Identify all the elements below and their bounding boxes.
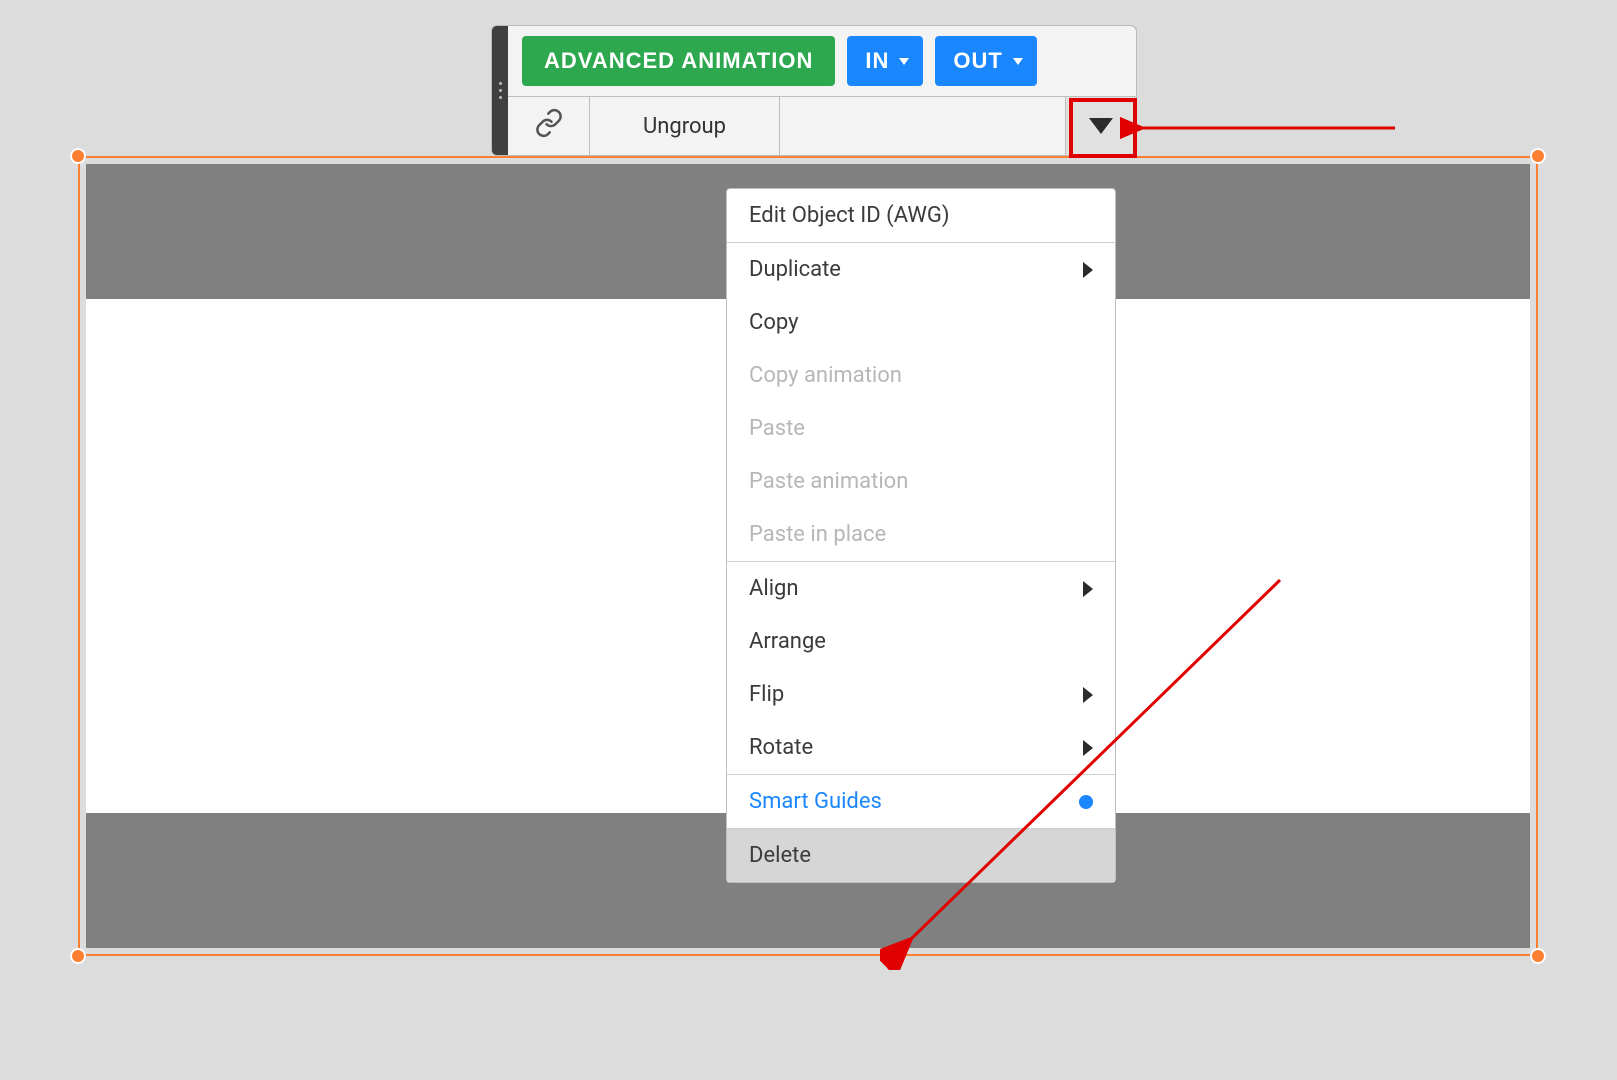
resize-handle-top-right[interactable]: [1530, 148, 1546, 164]
link-icon: [534, 108, 564, 144]
menu-item-label: Edit Object ID (AWG): [749, 203, 949, 228]
toolbar-drag-grip[interactable]: [492, 26, 508, 155]
annotation-arrow-1: [1120, 108, 1400, 148]
submenu-caret-icon: [1083, 581, 1093, 597]
menu-item-paste-in-place: Paste in place: [727, 508, 1115, 561]
menu-item-label: Flip: [749, 682, 784, 707]
menu-item-flip[interactable]: Flip: [727, 668, 1115, 721]
menu-item-duplicate[interactable]: Duplicate: [727, 243, 1115, 296]
animation-out-button[interactable]: OUT: [935, 36, 1036, 86]
chevron-down-icon: [1013, 58, 1023, 65]
menu-item-label: Copy animation: [749, 363, 902, 388]
active-indicator-dot: [1079, 795, 1093, 809]
menu-item-copy[interactable]: Copy: [727, 296, 1115, 349]
menu-item-label: Paste in place: [749, 522, 886, 547]
ungroup-button[interactable]: Ungroup: [590, 97, 780, 155]
menu-item-align[interactable]: Align: [727, 562, 1115, 615]
menu-item-label: Duplicate: [749, 257, 841, 282]
menu-item-label: Copy: [749, 310, 799, 335]
object-toolbar: ADVANCED ANIMATION IN OUT: [491, 25, 1137, 156]
menu-item-arrange[interactable]: Arrange: [727, 615, 1115, 668]
toolbar-row-actions: Ungroup: [508, 97, 1136, 155]
advanced-animation-button[interactable]: ADVANCED ANIMATION: [522, 36, 835, 86]
animation-in-label: IN: [865, 48, 889, 74]
resize-handle-bottom-right[interactable]: [1530, 948, 1546, 964]
submenu-caret-icon: [1083, 262, 1093, 278]
menu-item-edit-object-id-awg[interactable]: Edit Object ID (AWG): [727, 189, 1115, 242]
resize-handle-bottom-left[interactable]: [70, 948, 86, 964]
menu-item-rotate[interactable]: Rotate: [727, 721, 1115, 774]
menu-item-delete[interactable]: Delete: [727, 829, 1115, 882]
triangle-down-icon: [1089, 118, 1113, 134]
more-options-button[interactable]: [1066, 97, 1136, 155]
toolbar-spacer: [780, 97, 1066, 155]
submenu-caret-icon: [1083, 687, 1093, 703]
menu-item-copy-animation: Copy animation: [727, 349, 1115, 402]
menu-item-label: Align: [749, 576, 799, 601]
animation-in-button[interactable]: IN: [847, 36, 923, 86]
menu-item-label: Rotate: [749, 735, 813, 760]
context-menu: Edit Object ID (AWG) Duplicate Copy Copy an…: [726, 188, 1116, 883]
menu-item-paste-animation: Paste animation: [727, 455, 1115, 508]
insert-link-button[interactable]: [508, 97, 590, 155]
animation-out-label: OUT: [953, 48, 1002, 74]
menu-item-label: Paste: [749, 416, 805, 441]
resize-handle-top-left[interactable]: [70, 148, 86, 164]
menu-item-label: Arrange: [749, 629, 826, 654]
ungroup-label: Ungroup: [643, 114, 726, 139]
menu-item-label: Paste animation: [749, 469, 908, 494]
chevron-down-icon: [899, 58, 909, 65]
submenu-caret-icon: [1083, 740, 1093, 756]
menu-item-label: Delete: [749, 843, 811, 868]
toolbar-row-animation: ADVANCED ANIMATION IN OUT: [508, 26, 1136, 97]
menu-item-paste: Paste: [727, 402, 1115, 455]
menu-item-label: Smart Guides: [749, 789, 882, 814]
menu-item-smart-guides[interactable]: Smart Guides: [727, 775, 1115, 828]
